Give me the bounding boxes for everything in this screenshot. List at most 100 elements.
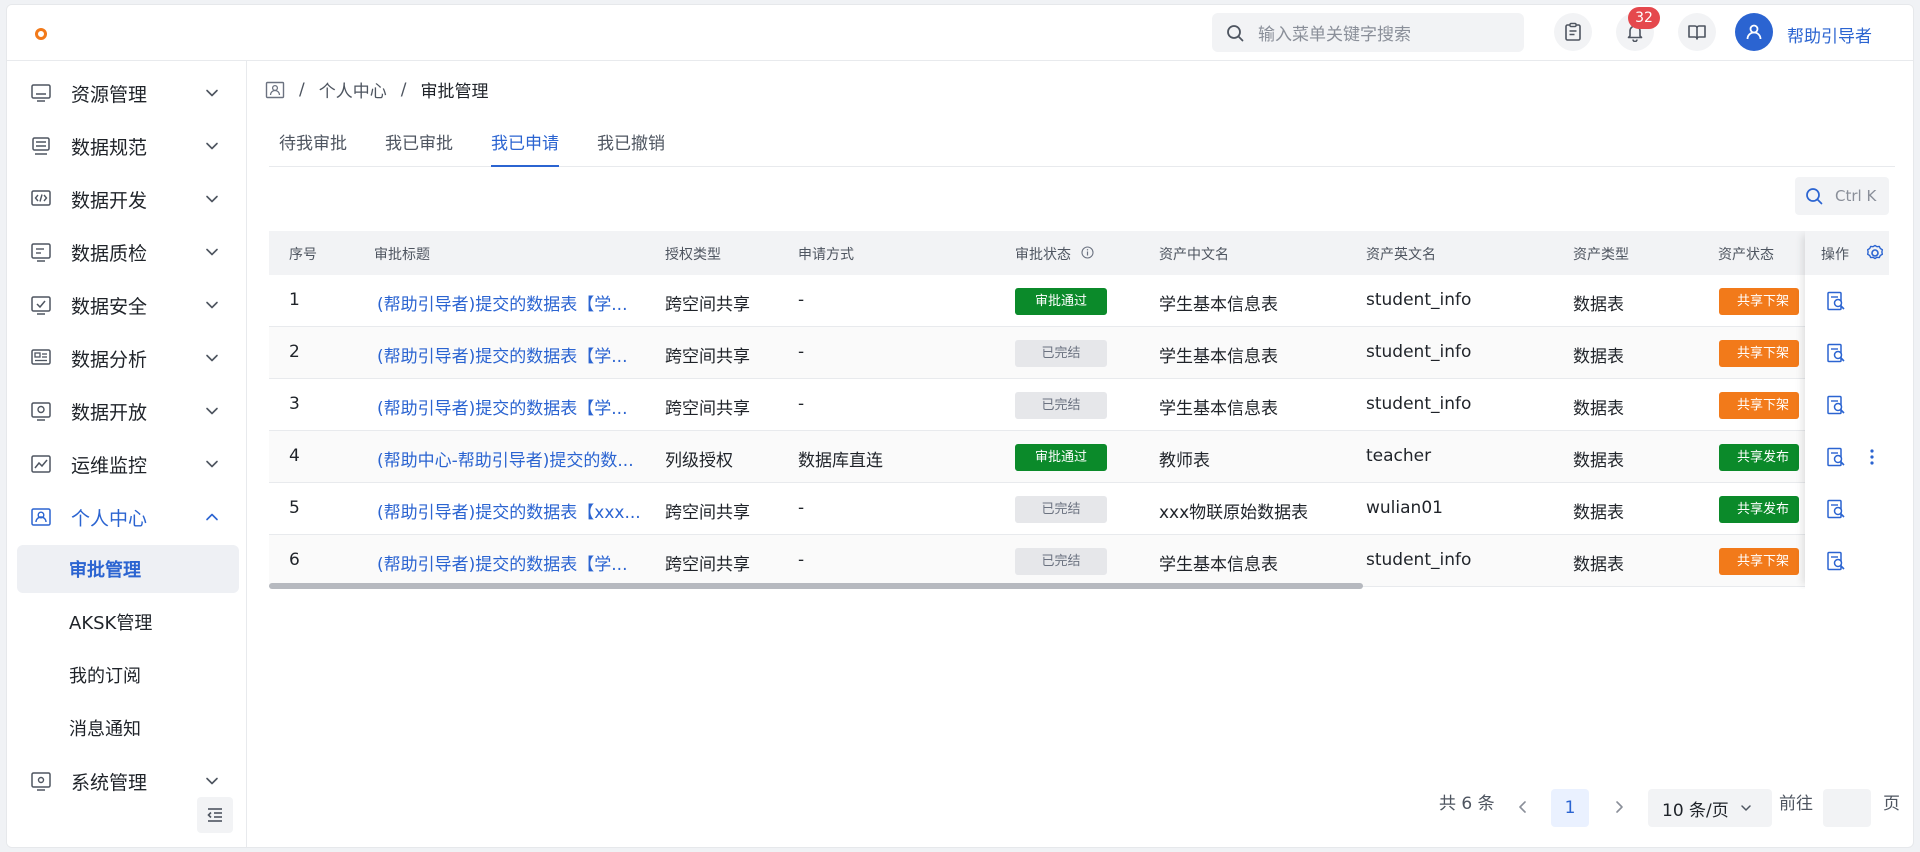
cell-title-link[interactable]: (帮助引导者)提交的数据表【学... — [377, 550, 627, 575]
chevron-left-icon[interactable] — [1515, 799, 1531, 815]
sidebar-item-develop[interactable]: 数据开发 — [7, 175, 247, 223]
pagination-page-1[interactable]: 1 — [1551, 789, 1589, 827]
cell-auth-type: 跨空间共享 — [665, 555, 750, 575]
asset-status-badge: 共享发布 — [1719, 496, 1799, 523]
sidebar-item-label: 数据规范 — [71, 136, 148, 159]
shortcut-hint: Ctrl K — [1835, 187, 1877, 205]
tab-withdrawn[interactable]: 我已撤销 — [597, 129, 665, 167]
chevron-down-icon — [206, 195, 218, 203]
sidebar-subitem-approval[interactable]: 审批管理 — [17, 545, 239, 593]
breadcrumb-personal-center[interactable]: 个人中心 — [319, 77, 387, 102]
chevron-down-icon — [206, 407, 218, 415]
breadcrumb-separator: / — [400, 79, 407, 100]
sidebar-item-standard[interactable]: 数据规范 — [7, 122, 247, 170]
tab-approved-by-me[interactable]: 我已审批 — [385, 129, 453, 167]
more-options-icon[interactable] — [1861, 446, 1883, 468]
info-icon[interactable] — [1081, 246, 1094, 259]
chevron-right-icon[interactable] — [1611, 799, 1627, 815]
app-logo — [35, 28, 47, 40]
cell-title-link[interactable]: (帮助中心-帮助引导者)提交的数... — [377, 446, 634, 471]
sidebar-item-analysis[interactable]: 数据分析 — [7, 334, 247, 382]
avatar[interactable] — [1735, 13, 1773, 51]
asset-status-badge: 共享下架 — [1719, 548, 1799, 575]
sidebar: 资源管理 数据规范 数据开发 数据质检 数据安全 数据分析 数据开放 运维监控 … — [7, 61, 247, 847]
cell-title-link[interactable]: (帮助引导者)提交的数据表【xxx... — [377, 498, 641, 523]
chevron-down-icon — [206, 248, 218, 256]
server-icon — [29, 134, 53, 158]
share-screen-icon — [29, 399, 53, 423]
chevron-down-icon — [206, 460, 218, 468]
status-badge: 已完结 — [1015, 392, 1107, 419]
cell-asset-en: student_info — [1366, 550, 1472, 570]
sidebar-item-monitor[interactable]: 运维监控 — [7, 440, 247, 488]
tab-my-requests[interactable]: 我已申请 — [491, 129, 559, 167]
chevron-down-icon — [206, 142, 218, 150]
content-card: 待我审批 我已审批 我已申请 我已撤销 Ctrl K 序号 审批标题 授权类型 … — [259, 115, 1900, 839]
table-row: 2 (帮助引导者)提交的数据表【学... 跨空间共享 - 已完结 学生基本信息表… — [269, 327, 1889, 379]
chevron-down-icon — [206, 777, 218, 785]
chevron-down-icon — [206, 89, 218, 97]
view-detail-icon[interactable] — [1825, 290, 1847, 312]
horizontal-scrollbar[interactable] — [269, 583, 1363, 589]
sidebar-item-label: 个人中心 — [71, 507, 148, 530]
search-placeholder: 输入菜单关键字搜索 — [1258, 25, 1411, 45]
person-card-icon — [29, 505, 53, 529]
column-header: 操作 — [1821, 247, 1849, 263]
cell-title-link[interactable]: (帮助引导者)提交的数据表【学... — [377, 342, 627, 367]
sidebar-item-open[interactable]: 数据开放 — [7, 387, 247, 435]
cell-auth-type: 跨空间共享 — [665, 295, 750, 315]
sidebar-item-quality[interactable]: 数据质检 — [7, 228, 247, 276]
menu-search-input[interactable]: 输入菜单关键字搜索 — [1212, 13, 1524, 52]
chevron-down-icon — [206, 354, 218, 362]
book-icon — [1688, 25, 1706, 40]
search-icon — [1806, 188, 1823, 205]
table-row: 4 (帮助中心-帮助引导者)提交的数... 列级授权 数据库直连 审批通过 教师… — [269, 431, 1889, 483]
cell-asset-cn: 教师表 — [1159, 451, 1210, 471]
cell-auth-type: 跨空间共享 — [665, 347, 750, 367]
user-name[interactable]: 帮助引导者 — [1787, 22, 1872, 47]
breadcrumb: / 个人中心 / 审批管理 — [265, 77, 488, 102]
pagination-page-suffix: 页 — [1883, 794, 1900, 814]
operations-header: 操作 — [1805, 231, 1889, 275]
sidebar-item-resource[interactable]: 资源管理 — [7, 69, 247, 117]
sidebar-collapse-button[interactable] — [197, 797, 233, 833]
cell-no: 2 — [289, 342, 300, 362]
view-detail-icon[interactable] — [1825, 550, 1847, 572]
sidebar-item-security[interactable]: 数据安全 — [7, 281, 247, 329]
asset-status-badge: 共享下架 — [1719, 340, 1799, 367]
view-detail-icon[interactable] — [1825, 446, 1847, 468]
cell-title-link[interactable]: (帮助引导者)提交的数据表【学... — [377, 394, 627, 419]
cell-method: - — [798, 550, 805, 570]
table-search-button[interactable]: Ctrl K — [1795, 177, 1889, 215]
pagination-total: 共 6 条 — [1439, 794, 1495, 814]
home-card-icon[interactable] — [265, 81, 285, 99]
asset-status-badge: 共享下架 — [1719, 288, 1799, 315]
cell-asset-type: 数据表 — [1573, 399, 1624, 419]
sidebar-item-label: 系统管理 — [71, 771, 148, 794]
sidebar-item-personal[interactable]: 个人中心 — [7, 493, 247, 541]
status-badge: 已完结 — [1015, 496, 1107, 523]
sidebar-subitem-aksk[interactable]: AKSK管理 — [17, 598, 239, 646]
cell-asset-en: student_info — [1366, 290, 1472, 310]
doc-screen-icon — [29, 240, 53, 264]
user-icon — [1746, 24, 1762, 40]
page-jump-input[interactable] — [1823, 789, 1871, 827]
view-detail-icon[interactable] — [1825, 342, 1847, 364]
cell-no: 6 — [289, 550, 300, 570]
sidebar-subitem-messages[interactable]: 消息通知 — [17, 704, 239, 752]
view-detail-icon[interactable] — [1825, 394, 1847, 416]
view-detail-icon[interactable] — [1825, 498, 1847, 520]
column-settings-icon[interactable] — [1865, 243, 1885, 263]
check-screen-icon — [29, 293, 53, 317]
docs-button[interactable] — [1678, 13, 1716, 51]
cell-title-link[interactable]: (帮助引导者)提交的数据表【学... — [377, 290, 627, 315]
clipboard-button[interactable] — [1554, 13, 1592, 51]
cell-asset-cn: 学生基本信息表 — [1159, 555, 1278, 575]
column-header: 审批标题 — [374, 247, 430, 263]
column-header: 资产中文名 — [1159, 247, 1229, 263]
sidebar-item-label: 运维监控 — [71, 454, 148, 477]
page-size-select[interactable]: 10 条/页 — [1648, 789, 1772, 827]
column-header: 资产英文名 — [1366, 247, 1436, 263]
tab-pending[interactable]: 待我审批 — [279, 129, 347, 167]
sidebar-subitem-subscriptions[interactable]: 我的订阅 — [17, 651, 239, 699]
